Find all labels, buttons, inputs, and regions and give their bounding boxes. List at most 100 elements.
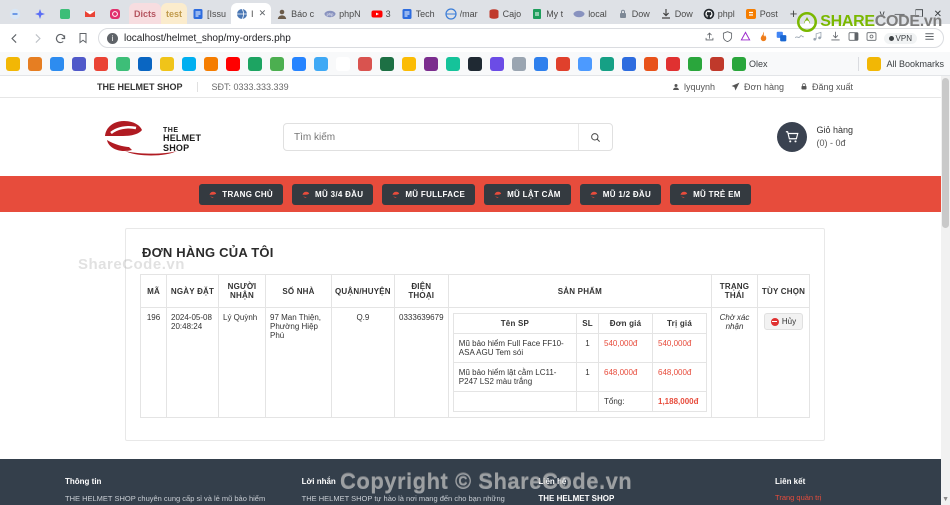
browser-tab[interactable]: Báo c — [271, 3, 319, 24]
browser-tab[interactable]: test — [161, 3, 188, 24]
browser-tab[interactable] — [29, 3, 54, 24]
bookmark-item[interactable] — [622, 56, 636, 71]
browser-tab[interactable] — [79, 3, 104, 24]
browser-tab[interactable] — [4, 3, 29, 24]
bookmark-item[interactable] — [468, 56, 482, 71]
bookmark-item[interactable] — [292, 56, 306, 71]
browser-tab[interactable]: phpl — [698, 3, 740, 24]
bookmark-item[interactable] — [94, 56, 108, 71]
bookmark-item[interactable] — [556, 56, 570, 71]
bookmark-item[interactable] — [72, 56, 86, 71]
browser-tab[interactable]: Cajo — [483, 3, 527, 24]
bookmark-item[interactable] — [600, 56, 614, 71]
bookmark-item[interactable] — [380, 56, 394, 71]
tab-search-icon[interactable]: v — [880, 9, 885, 20]
brave-triangle-icon[interactable] — [740, 31, 751, 45]
downloads-icon[interactable] — [830, 31, 841, 45]
bookmark-item[interactable] — [204, 56, 218, 71]
search-button[interactable] — [578, 124, 612, 150]
scroll-down-arrow-icon[interactable]: ▼ — [942, 496, 949, 503]
browser-tab[interactable]: Dow — [612, 3, 655, 24]
bookmark-item[interactable] — [226, 56, 240, 71]
browser-tab[interactable] — [54, 3, 79, 24]
bookmark-item[interactable] — [116, 56, 130, 71]
bookmark-item[interactable] — [710, 56, 724, 71]
search-box[interactable] — [283, 123, 613, 151]
browser-tab[interactable] — [104, 3, 129, 24]
reload-icon[interactable] — [52, 30, 68, 46]
bookmark-item[interactable] — [402, 56, 416, 71]
bookmark-item[interactable] — [248, 56, 262, 71]
bookmark-item[interactable] — [424, 56, 438, 71]
bookmark-item[interactable] — [314, 56, 328, 71]
cart-widget[interactable]: Giỏ hàng (0) - 0đ — [777, 122, 853, 152]
bookmark-item[interactable] — [28, 56, 42, 71]
page-scrollbar[interactable]: ▼ — [941, 76, 950, 505]
nav-item-5[interactable]: MŨ 1/2 ĐẦU — [579, 183, 662, 205]
bookmark-item[interactable] — [358, 56, 372, 71]
tab-close-icon[interactable]: ✕ — [259, 8, 267, 19]
bookmark-item[interactable] — [182, 56, 196, 71]
maximize-button[interactable]: ❐ — [915, 9, 924, 20]
footer-link[interactable]: Trang quản trị — [775, 493, 885, 502]
browser-tab[interactable]: Post — [740, 3, 783, 24]
bookmark-item[interactable] — [512, 56, 526, 71]
back-arrow-icon[interactable] — [6, 30, 22, 46]
bookmark-item[interactable] — [644, 56, 658, 71]
logout-link[interactable]: Đăng xuất — [800, 82, 853, 92]
browser-tab[interactable]: [Issu — [187, 3, 231, 24]
bookmark-item[interactable] — [688, 56, 702, 71]
bookmark-item[interactable]: Olex — [732, 56, 768, 71]
orders-link[interactable]: Đơn hàng — [731, 82, 784, 92]
music-icon[interactable] — [812, 31, 823, 45]
bookmark-item[interactable] — [446, 56, 460, 71]
sidepanel-icon[interactable] — [848, 31, 859, 45]
browser-tab[interactable]: Dow — [655, 3, 698, 24]
bookmark-item[interactable] — [160, 56, 174, 71]
menu-icon[interactable] — [924, 31, 935, 45]
profile-icon[interactable] — [866, 31, 877, 45]
all-bookmarks-button[interactable]: All Bookmarks — [858, 56, 944, 71]
bookmark-item[interactable] — [6, 56, 20, 71]
forward-arrow-icon[interactable] — [29, 30, 45, 46]
nav-item-3[interactable]: MŨ FULLFACE — [382, 183, 476, 205]
nav-item-6[interactable]: MŨ TRẺ EM — [670, 183, 751, 205]
scrollbar-thumb[interactable] — [942, 78, 949, 228]
cancel-order-button[interactable]: Hủy — [763, 313, 804, 330]
extension-a-icon[interactable] — [794, 31, 805, 45]
new-tab-button[interactable]: + — [783, 3, 803, 24]
search-input[interactable] — [284, 124, 578, 150]
vpn-button[interactable]: VPN — [883, 32, 917, 44]
shield-icon[interactable] — [722, 31, 733, 45]
bookmark-item[interactable] — [336, 56, 350, 71]
user-account-link[interactable]: lyquynh — [672, 82, 715, 92]
browser-tab[interactable]: Tech — [396, 3, 440, 24]
browser-tab-active[interactable]: I ✕ — [231, 3, 272, 24]
browser-tab[interactable]: /mar — [440, 3, 483, 24]
close-window-button[interactable]: ✕ — [934, 9, 942, 20]
browser-tab[interactable]: Dicts — [129, 3, 162, 24]
bookmark-item[interactable] — [666, 56, 680, 71]
bookmark-item[interactable] — [138, 56, 152, 71]
translate-icon[interactable] — [776, 31, 787, 45]
browser-tab[interactable]: local — [568, 3, 612, 24]
bookmark-item[interactable] — [490, 56, 504, 71]
address-bar[interactable]: i localhost/helmet_shop/my-orders.php VP… — [98, 28, 944, 48]
bookmark-icon[interactable] — [75, 30, 91, 46]
bookmark-item[interactable] — [270, 56, 284, 71]
browser-tab[interactable]: My t — [526, 3, 568, 24]
site-logo[interactable]: THE HELMET SHOP — [97, 107, 217, 167]
bookmark-item[interactable] — [50, 56, 64, 71]
browser-tab[interactable]: php phpN — [319, 3, 366, 24]
youtube-icon — [371, 10, 383, 17]
minimize-button[interactable]: — — [895, 9, 905, 20]
nav-item-2[interactable]: MŨ 3/4 ĐẦU — [292, 183, 374, 205]
share-icon[interactable] — [704, 31, 715, 45]
fire-icon[interactable] — [758, 31, 769, 45]
bookmark-item[interactable] — [578, 56, 592, 71]
bookmark-item[interactable] — [534, 56, 548, 71]
nav-item-4[interactable]: MŨ LẬT CẰM — [484, 183, 571, 205]
browser-tab[interactable]: 3 — [366, 3, 396, 24]
site-info-icon[interactable]: i — [107, 32, 118, 44]
nav-item-1[interactable]: TRANG CHỦ — [199, 183, 283, 205]
